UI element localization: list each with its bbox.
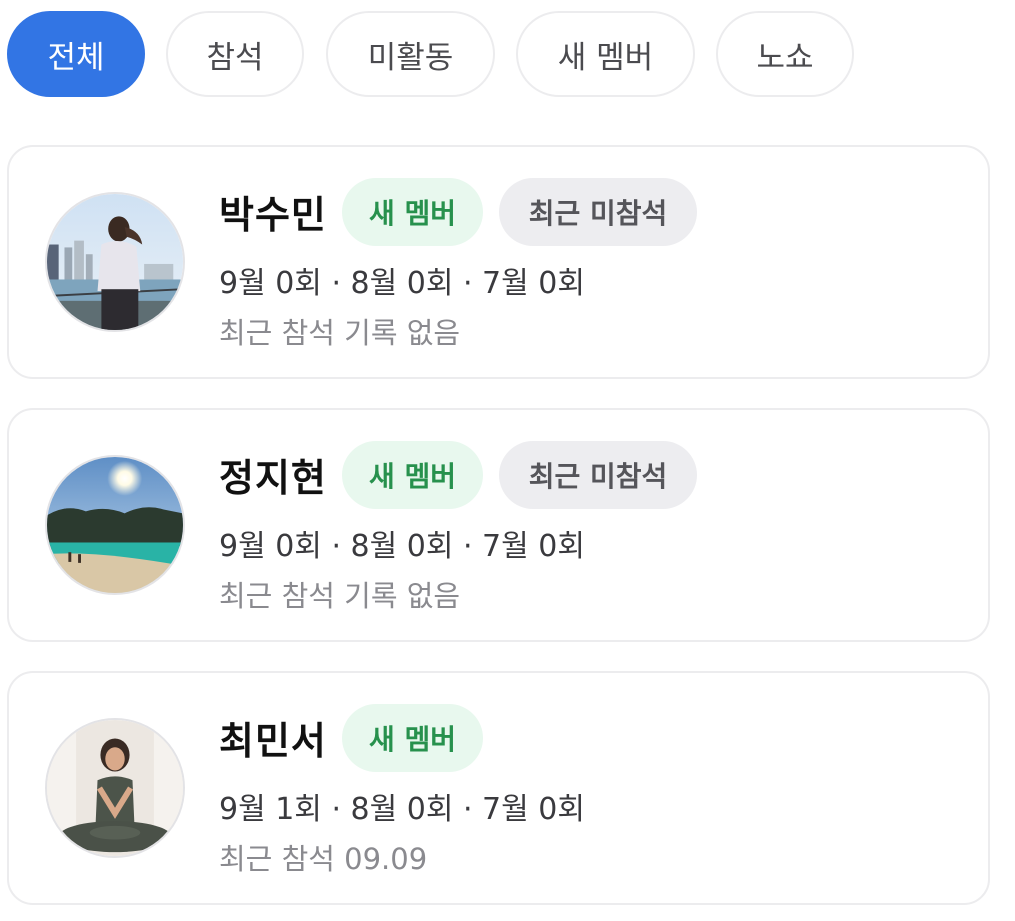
avatar: [45, 718, 185, 858]
recent-attendance: 최근 참석 기록 없음: [219, 316, 461, 350]
new-member-badge: 새 멤버: [342, 178, 483, 246]
filter-tabs: 전체 참석 미활동 새 멤버 노쇼: [0, 0, 1015, 110]
recent-absent-badge: 최근 미참석: [499, 441, 697, 509]
monthly-attendance: 9월 0회 · 8월 0회 · 7월 0회: [219, 266, 585, 301]
member-card[interactable]: 최민서 새 멤버 9월 1회 · 8월 0회 · 7월 0회 최근 참석 09.…: [7, 671, 990, 905]
new-member-badge: 새 멤버: [342, 704, 483, 772]
running-woman-photo: [47, 194, 183, 330]
recent-attendance: 최근 참석 09.09: [219, 842, 428, 876]
filter-tab-inactive[interactable]: 미활동: [326, 11, 495, 97]
member-card[interactable]: 정지현 새 멤버 최근 미참석 9월 0회 · 8월 0회 · 7월 0회 최근…: [7, 408, 990, 642]
member-card[interactable]: 박수민 새 멤버 최근 미참석 9월 0회 · 8월 0회 · 7월 0회 최근…: [7, 145, 990, 379]
filter-tab-noshow[interactable]: 노쇼: [716, 11, 854, 97]
yoga-woman-photo: [47, 720, 183, 856]
recent-attendance: 최근 참석 기록 없음: [219, 579, 461, 613]
beach-photo: [47, 457, 183, 593]
monthly-attendance: 9월 0회 · 8월 0회 · 7월 0회: [219, 529, 585, 564]
member-name: 박수민: [219, 193, 327, 237]
recent-absent-badge: 최근 미참석: [499, 178, 697, 246]
new-member-badge: 새 멤버: [342, 441, 483, 509]
filter-tab-new-member[interactable]: 새 멤버: [516, 11, 695, 97]
filter-tab-attended[interactable]: 참석: [166, 11, 304, 97]
member-name: 최민서: [219, 719, 327, 763]
monthly-attendance: 9월 1회 · 8월 0회 · 7월 0회: [219, 792, 585, 827]
member-name: 정지현: [219, 456, 327, 500]
avatar: [45, 455, 185, 595]
filter-tab-all[interactable]: 전체: [7, 11, 145, 97]
avatar: [45, 192, 185, 332]
